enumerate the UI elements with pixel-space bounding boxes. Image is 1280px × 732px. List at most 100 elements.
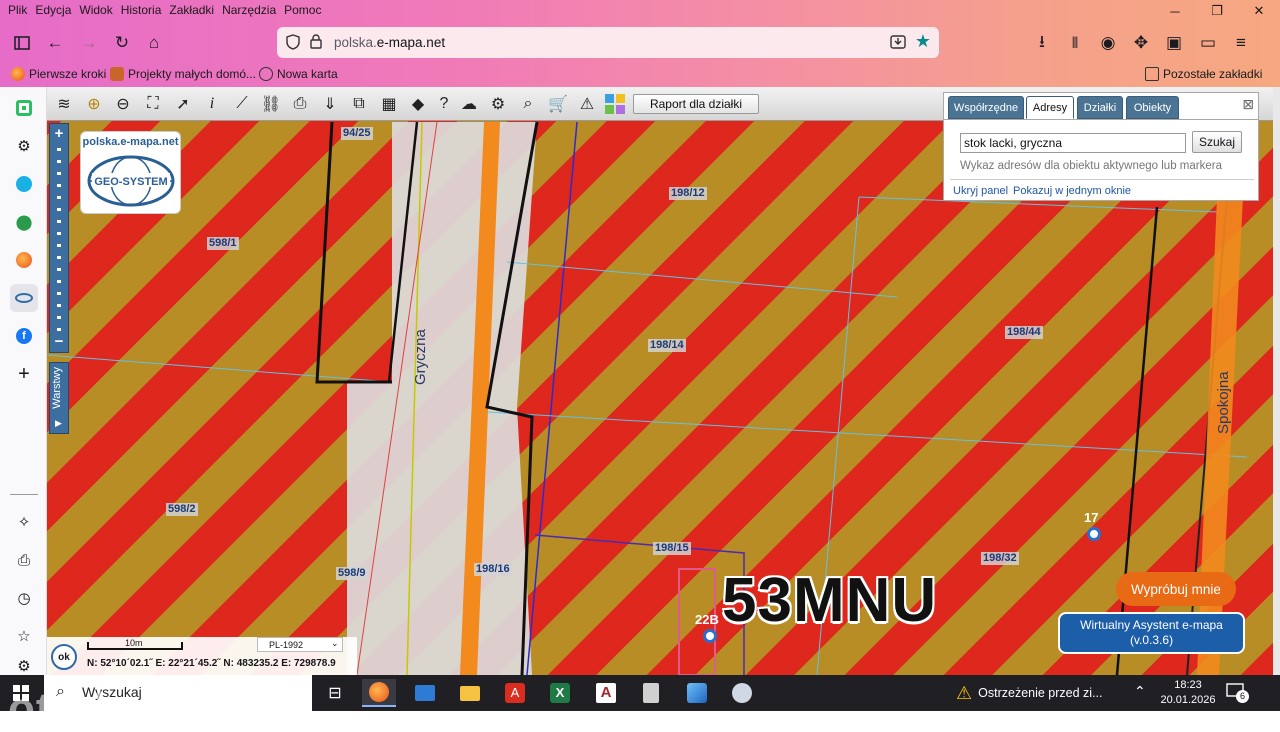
minimize-button[interactable]: ─ — [1154, 0, 1196, 22]
zoom-out-icon[interactable]: ⊖ — [111, 92, 135, 116]
bookmark-small-houses[interactable]: Projekty małych domó... — [110, 67, 256, 81]
sidebar-app-green-icon[interactable] — [10, 94, 38, 122]
color-grid-icon[interactable] — [603, 92, 627, 116]
tab-parcels[interactable]: Działki — [1077, 96, 1123, 119]
taskbar-clock[interactable]: 18:23 20.01.2026 — [1158, 678, 1218, 708]
acrobat-icon[interactable]: A — [498, 679, 532, 707]
lock-icon[interactable] — [310, 34, 322, 49]
bookmark-new-tab[interactable]: Nowa karta — [259, 67, 338, 81]
calculator-icon[interactable] — [634, 679, 668, 707]
menu-edit[interactable]: Edycja — [31, 3, 75, 17]
firefox-sidebar-icon[interactable] — [10, 246, 38, 274]
app-menu-icon[interactable]: ≡ — [1228, 30, 1254, 56]
close-window-button[interactable]: ✕ — [1238, 0, 1280, 22]
chatgpt-icon[interactable]: ⚙ — [10, 132, 38, 160]
zoom-ticks — [57, 148, 61, 338]
reload-icon[interactable]: ↻ — [109, 30, 135, 56]
access-icon[interactable]: A — [589, 679, 623, 707]
other-bookmarks[interactable]: Pozostałe zakładki — [1145, 67, 1262, 81]
full-extent-icon[interactable]: ⛶ — [141, 92, 165, 116]
photos-icon[interactable] — [680, 679, 714, 707]
bookmarks-star-icon[interactable]: ☆ — [10, 622, 38, 650]
address-search-input[interactable] — [960, 133, 1186, 153]
download-map-icon[interactable]: ⇓ — [318, 92, 342, 116]
comment-icon[interactable]: ◆ — [406, 92, 430, 116]
extensions-icon[interactable]: ✥ — [1128, 30, 1154, 56]
sidebar-app-cyan-icon[interactable] — [10, 170, 38, 198]
maps-pin-icon[interactable]: ⬤ — [10, 208, 38, 236]
downloads-icon[interactable]: ⭳ — [1029, 30, 1055, 56]
ai-sparkle-icon[interactable]: ✧ — [10, 508, 38, 536]
excel-icon[interactable]: X — [543, 679, 577, 707]
back-icon[interactable]: ← — [42, 30, 68, 56]
bookmark-first-steps[interactable]: Pierwsze kroki — [11, 67, 106, 81]
home-icon[interactable]: ⌂ — [141, 30, 167, 56]
menu-file[interactable]: Plik — [4, 3, 31, 17]
sidebar-view-icon[interactable]: ▭ — [1195, 30, 1221, 56]
search-button[interactable]: Szukaj — [1192, 131, 1242, 153]
search-map-icon[interactable]: ⌕ — [516, 92, 540, 116]
virtual-assistant-button[interactable]: Wirtualny Asystent e-mapa (v.0.3.6) — [1058, 612, 1245, 654]
try-me-button[interactable]: Wypróbuj mnie — [1116, 572, 1236, 606]
tab-objects[interactable]: Obiekty — [1126, 96, 1179, 119]
hide-panel-link[interactable]: Ukryj panel — [953, 185, 1008, 197]
sidebar-toggle-icon[interactable] — [9, 30, 35, 56]
layers-icon[interactable]: ≋ — [52, 92, 76, 116]
page-save-icon[interactable] — [889, 33, 907, 51]
tab-addresses[interactable]: Adresy — [1026, 96, 1074, 119]
tab-coordinates[interactable]: Współrzędne — [948, 96, 1024, 119]
menu-view[interactable]: Widok — [75, 3, 116, 17]
parcel-label: 598/1 — [207, 237, 239, 250]
zoom-slider[interactable]: + − — [49, 123, 69, 353]
remote-desktop-icon[interactable] — [408, 679, 442, 707]
file-explorer-icon[interactable] — [453, 679, 487, 707]
report-parcel-button[interactable]: Raport dla działki — [633, 94, 759, 114]
close-panel-icon[interactable]: ⊠ — [1242, 96, 1254, 113]
zoom-in-icon[interactable]: ⊕ — [82, 92, 106, 116]
address-point-marker[interactable] — [1087, 527, 1101, 541]
warning-map-icon[interactable]: ⚠ — [575, 92, 599, 116]
copy-icon[interactable]: ⧉ — [347, 92, 371, 116]
paint-icon[interactable] — [725, 679, 759, 707]
cart-icon[interactable]: 🛒 — [546, 92, 570, 116]
add-sidebar-panel-icon[interactable]: + — [10, 360, 38, 388]
tools-icon[interactable]: ⚙ — [486, 92, 510, 116]
address-point-marker[interactable] — [703, 629, 717, 643]
single-window-link[interactable]: Pokazuj w jednym oknie — [1013, 185, 1131, 197]
firefox-taskbar-icon[interactable] — [362, 679, 396, 707]
sidebar-divider — [10, 494, 38, 495]
menu-history[interactable]: Historia — [117, 3, 166, 17]
synced-tabs-icon[interactable]: ⎙ — [10, 546, 38, 574]
map-viewport[interactable]: ≋ ⊕ ⊖ ⛶ ➚ i ⟋ ⛓ ⎙ ⇓ ⧉ ▦ ◆ ? ☁ ⚙ ⌕ 🛒 ⚠ Ra… — [47, 87, 1273, 675]
facebook-icon[interactable]: f — [10, 322, 38, 350]
link-icon[interactable]: ⛓ — [259, 92, 283, 116]
forward-icon[interactable]: → — [76, 30, 102, 56]
info-icon[interactable]: i — [200, 92, 224, 116]
pointer-icon[interactable]: ➚ — [171, 92, 195, 116]
weather-warning[interactable]: ⚠ Ostrzeżenie przed zi... — [956, 675, 1103, 711]
restore-button[interactable]: ❐ — [1196, 0, 1238, 22]
print-icon[interactable]: ⎙ — [288, 92, 312, 116]
library-icon[interactable]: ⫴ — [1062, 30, 1088, 56]
bookmark-star-icon[interactable]: ★ — [915, 31, 931, 52]
layers-tab[interactable]: Warstwy ▶ — [49, 362, 69, 434]
shield-icon[interactable] — [286, 34, 300, 50]
chevron-up-icon[interactable]: ⌃ — [1134, 683, 1146, 700]
menu-tools[interactable]: Narzędzia — [218, 3, 280, 17]
menu-help[interactable]: Pomoc — [280, 3, 325, 17]
layout-icon[interactable]: ▦ — [377, 92, 401, 116]
address-bar[interactable]: polska.e-mapa.net ★ — [277, 27, 939, 58]
menu-bookmarks[interactable]: Zakładki — [165, 3, 218, 17]
measure-icon[interactable]: ⟋ — [230, 92, 254, 116]
ok-button[interactable]: ok — [51, 644, 77, 670]
zoom-plus-button[interactable]: + — [50, 125, 68, 142]
account-icon[interactable]: ◉ — [1095, 30, 1121, 56]
e-mapa-icon[interactable] — [10, 284, 38, 312]
containers-icon[interactable]: ▣ — [1161, 30, 1187, 56]
help-icon[interactable]: ? — [432, 92, 456, 116]
upload-icon[interactable]: ☁ — [457, 92, 481, 116]
notifications-icon[interactable]: 6 — [1226, 683, 1249, 703]
task-view-icon[interactable]: ⊟ — [318, 679, 352, 707]
history-icon[interactable]: ◷ — [10, 584, 38, 612]
zoom-minus-button[interactable]: − — [50, 333, 68, 350]
